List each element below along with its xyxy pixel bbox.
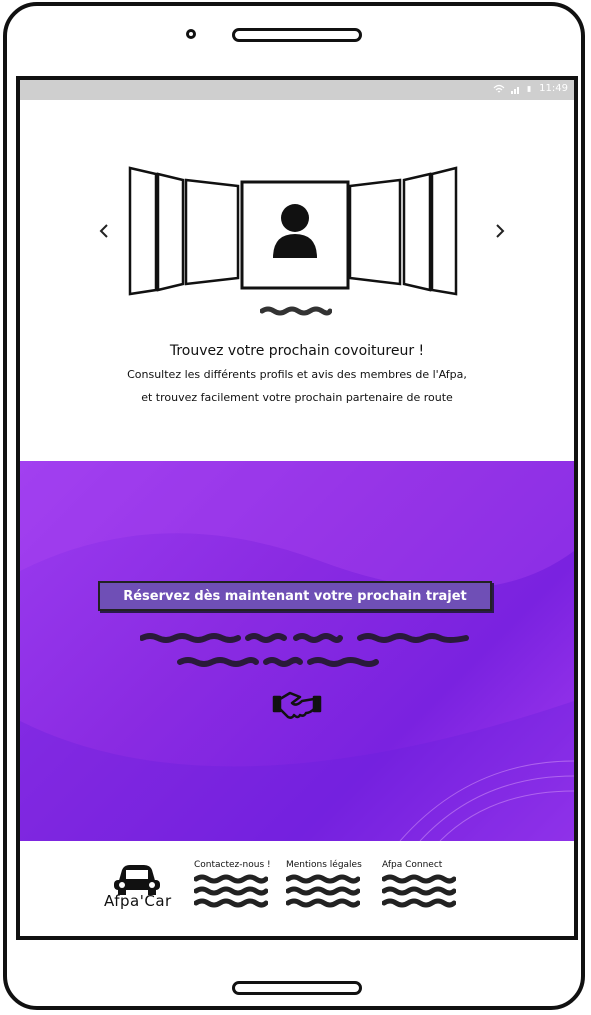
chevron-left-icon — [99, 224, 108, 238]
booking-hero: Réservez dès maintenant votre prochain t… — [20, 461, 574, 841]
carousel-slide — [184, 178, 240, 286]
slide-caption-scribble — [260, 306, 332, 316]
carousel-slide — [348, 178, 402, 286]
camera-icon — [186, 29, 196, 39]
chevron-right-icon — [496, 224, 505, 238]
battery-icon — [527, 85, 531, 92]
book-trip-button[interactable]: Réservez dès maintenant votre prochain t… — [98, 581, 492, 611]
footer-heading-connect[interactable]: Afpa Connect — [382, 860, 456, 870]
carousel-slide — [402, 172, 432, 292]
footer-heading-legal[interactable]: Mentions légales — [286, 860, 362, 870]
footer-heading-contact[interactable]: Contactez-nous ! — [194, 860, 271, 870]
status-time: 11:49 — [539, 83, 568, 94]
carousel-next-button[interactable] — [494, 222, 506, 244]
carousel-slides[interactable] — [128, 166, 464, 298]
carousel-slide — [156, 172, 185, 292]
footer-links-scribble — [193, 874, 269, 908]
carousel-slide — [128, 166, 158, 296]
footer-column-connect: Afpa Connect — [381, 860, 457, 912]
footer-column-contact: Contactez-nous ! — [193, 860, 271, 912]
hero-text-scribble — [140, 633, 469, 667]
screen: 11:49 Trouvez votre prochain covoitureur… — [16, 76, 578, 940]
carousel-prev-button[interactable] — [98, 222, 110, 244]
home-button[interactable] — [232, 981, 362, 995]
car-icon — [114, 865, 160, 895]
carousel-description: Consultez les différents profils et avis… — [127, 368, 467, 381]
footer-column-legal: Mentions légales — [285, 860, 362, 912]
carousel-title: Trouvez votre prochain covoitureur ! — [169, 343, 425, 359]
speaker-grille — [232, 28, 362, 42]
logo-text[interactable]: Afpa'Car — [104, 892, 172, 910]
footer-links-scribble — [285, 874, 361, 908]
footer-links-scribble — [381, 874, 457, 908]
wifi-icon — [493, 84, 505, 92]
profiles-carousel: Trouvez votre prochain covoitureur ! Con… — [20, 100, 574, 460]
carousel-description-2: et trouvez facilement votre prochain par… — [141, 391, 453, 404]
status-bar: 11:49 — [20, 80, 574, 100]
status-icons: 11:49 — [493, 83, 568, 94]
handshake-icon — [272, 691, 322, 719]
signal-icon — [511, 86, 520, 94]
carousel-slide — [430, 166, 458, 296]
footer: Afpa'Car Contactez-nous ! Mentions légal… — [20, 842, 574, 936]
